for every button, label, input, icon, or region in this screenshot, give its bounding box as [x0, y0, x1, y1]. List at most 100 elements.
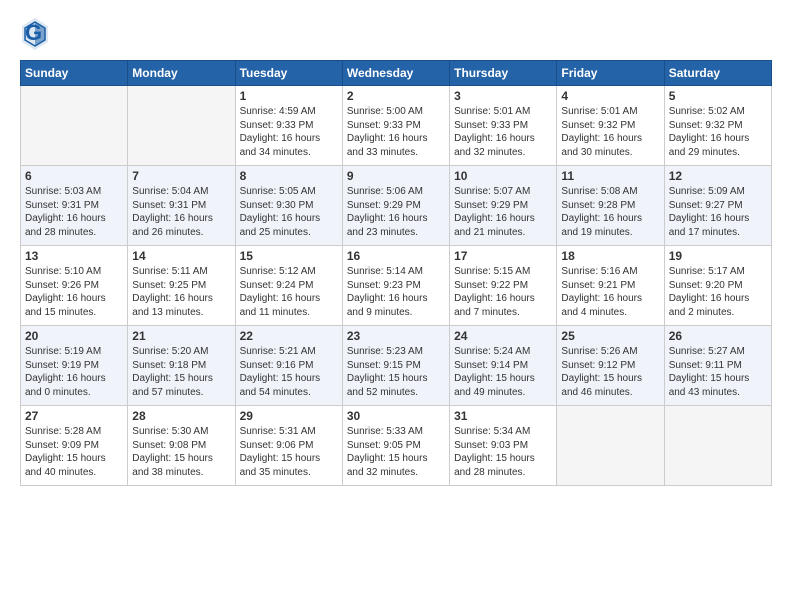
weekday-header-saturday: Saturday [664, 61, 771, 86]
day-cell: 6 Sunrise: 5:03 AM Sunset: 9:31 PM Daylig… [21, 166, 128, 246]
day-number: 11 [561, 169, 659, 183]
day-detail: Sunrise: 5:01 AM Sunset: 9:32 PM Dayligh… [561, 105, 659, 159]
day-detail: Sunrise: 5:06 AM Sunset: 9:29 PM Dayligh… [347, 185, 445, 239]
day-number: 18 [561, 249, 659, 263]
day-cell: 30 Sunrise: 5:33 AM Sunset: 9:05 PM Dayli… [342, 406, 449, 486]
day-cell: 3 Sunrise: 5:01 AM Sunset: 9:33 PM Daylig… [450, 86, 557, 166]
day-number: 5 [669, 89, 767, 103]
weekday-header-wednesday: Wednesday [342, 61, 449, 86]
day-cell: 12 Sunrise: 5:09 AM Sunset: 9:27 PM Dayli… [664, 166, 771, 246]
day-detail: Sunrise: 5:20 AM Sunset: 9:18 PM Dayligh… [132, 345, 230, 399]
day-number: 17 [454, 249, 552, 263]
day-detail: Sunrise: 5:17 AM Sunset: 9:20 PM Dayligh… [669, 265, 767, 319]
day-cell: 1 Sunrise: 4:59 AM Sunset: 9:33 PM Daylig… [235, 86, 342, 166]
day-detail: Sunrise: 5:02 AM Sunset: 9:32 PM Dayligh… [669, 105, 767, 159]
day-number: 16 [347, 249, 445, 263]
day-number: 12 [669, 169, 767, 183]
day-detail: Sunrise: 5:14 AM Sunset: 9:23 PM Dayligh… [347, 265, 445, 319]
day-detail: Sunrise: 5:21 AM Sunset: 9:16 PM Dayligh… [240, 345, 338, 399]
day-cell: 5 Sunrise: 5:02 AM Sunset: 9:32 PM Daylig… [664, 86, 771, 166]
day-detail: Sunrise: 5:10 AM Sunset: 9:26 PM Dayligh… [25, 265, 123, 319]
day-cell: 11 Sunrise: 5:08 AM Sunset: 9:28 PM Dayli… [557, 166, 664, 246]
day-number: 10 [454, 169, 552, 183]
day-number: 7 [132, 169, 230, 183]
day-detail: Sunrise: 5:12 AM Sunset: 9:24 PM Dayligh… [240, 265, 338, 319]
day-number: 14 [132, 249, 230, 263]
day-detail: Sunrise: 5:34 AM Sunset: 9:03 PM Dayligh… [454, 425, 552, 479]
day-cell: 23Sunrise: 5:23 AM Sunset: 9:15 PM Dayli… [342, 326, 449, 406]
day-number: 20 [25, 329, 123, 343]
day-cell: 19 Sunrise: 5:17 AM Sunset: 9:20 PM Dayli… [664, 246, 771, 326]
day-detail: Sunrise: 4:59 AM Sunset: 9:33 PM Dayligh… [240, 105, 338, 159]
day-detail: Sunrise: 5:08 AM Sunset: 9:28 PM Dayligh… [561, 185, 659, 239]
day-number: 27 [25, 409, 123, 423]
day-cell: 4 Sunrise: 5:01 AM Sunset: 9:32 PM Daylig… [557, 86, 664, 166]
day-number: 19 [669, 249, 767, 263]
header: G [20, 16, 772, 52]
day-cell: 15Sunrise: 5:12 AM Sunset: 9:24 PM Dayli… [235, 246, 342, 326]
day-number: 9 [347, 169, 445, 183]
day-number: 25 [561, 329, 659, 343]
day-detail: Sunrise: 5:11 AM Sunset: 9:25 PM Dayligh… [132, 265, 230, 319]
day-cell: 31 Sunrise: 5:34 AM Sunset: 9:03 PM Dayli… [450, 406, 557, 486]
day-cell: 10Sunrise: 5:07 AM Sunset: 9:29 PM Dayli… [450, 166, 557, 246]
day-cell: 22Sunrise: 5:21 AM Sunset: 9:16 PM Dayli… [235, 326, 342, 406]
day-detail: Sunrise: 5:33 AM Sunset: 9:05 PM Dayligh… [347, 425, 445, 479]
day-detail: Sunrise: 5:04 AM Sunset: 9:31 PM Dayligh… [132, 185, 230, 239]
day-detail: Sunrise: 5:00 AM Sunset: 9:33 PM Dayligh… [347, 105, 445, 159]
page: G SundayMondayTuesdayWednesdayThursdayFr… [0, 0, 792, 496]
week-row-3: 13 Sunrise: 5:10 AM Sunset: 9:26 PM Dayli… [21, 246, 772, 326]
day-number: 21 [132, 329, 230, 343]
week-row-2: 6 Sunrise: 5:03 AM Sunset: 9:31 PM Daylig… [21, 166, 772, 246]
day-cell [21, 86, 128, 166]
day-detail: Sunrise: 5:26 AM Sunset: 9:12 PM Dayligh… [561, 345, 659, 399]
day-number: 1 [240, 89, 338, 103]
day-cell: 13 Sunrise: 5:10 AM Sunset: 9:26 PM Dayli… [21, 246, 128, 326]
day-cell: 26 Sunrise: 5:27 AM Sunset: 9:11 PM Dayli… [664, 326, 771, 406]
day-number: 30 [347, 409, 445, 423]
day-detail: Sunrise: 5:03 AM Sunset: 9:31 PM Dayligh… [25, 185, 123, 239]
day-number: 4 [561, 89, 659, 103]
weekday-header-friday: Friday [557, 61, 664, 86]
day-number: 8 [240, 169, 338, 183]
day-cell: 14 Sunrise: 5:11 AM Sunset: 9:25 PM Dayli… [128, 246, 235, 326]
day-cell: 7 Sunrise: 5:04 AM Sunset: 9:31 PM Daylig… [128, 166, 235, 246]
day-detail: Sunrise: 5:24 AM Sunset: 9:14 PM Dayligh… [454, 345, 552, 399]
day-cell [128, 86, 235, 166]
week-row-1: 1 Sunrise: 4:59 AM Sunset: 9:33 PM Daylig… [21, 86, 772, 166]
day-number: 26 [669, 329, 767, 343]
day-number: 31 [454, 409, 552, 423]
day-cell: 27 Sunrise: 5:28 AM Sunset: 9:09 PM Dayli… [21, 406, 128, 486]
weekday-header-monday: Monday [128, 61, 235, 86]
weekday-header-row: SundayMondayTuesdayWednesdayThursdayFrid… [21, 61, 772, 86]
day-cell: 18 Sunrise: 5:16 AM Sunset: 9:21 PM Dayli… [557, 246, 664, 326]
day-cell: 2 Sunrise: 5:00 AM Sunset: 9:33 PM Daylig… [342, 86, 449, 166]
logo: G [20, 16, 50, 52]
calendar-header: SundayMondayTuesdayWednesdayThursdayFrid… [21, 61, 772, 86]
day-number: 3 [454, 89, 552, 103]
day-cell: 9 Sunrise: 5:06 AM Sunset: 9:29 PM Daylig… [342, 166, 449, 246]
svg-text:G: G [25, 20, 42, 45]
day-cell: 21 Sunrise: 5:20 AM Sunset: 9:18 PM Dayli… [128, 326, 235, 406]
day-cell: 17 Sunrise: 5:15 AM Sunset: 9:22 PM Dayli… [450, 246, 557, 326]
day-detail: Sunrise: 5:27 AM Sunset: 9:11 PM Dayligh… [669, 345, 767, 399]
day-number: 23 [347, 329, 445, 343]
day-cell: 8 Sunrise: 5:05 AM Sunset: 9:30 PM Daylig… [235, 166, 342, 246]
day-number: 6 [25, 169, 123, 183]
weekday-header-sunday: Sunday [21, 61, 128, 86]
day-detail: Sunrise: 5:16 AM Sunset: 9:21 PM Dayligh… [561, 265, 659, 319]
day-cell [664, 406, 771, 486]
day-number: 2 [347, 89, 445, 103]
day-detail: Sunrise: 5:19 AM Sunset: 9:19 PM Dayligh… [25, 345, 123, 399]
day-detail: Sunrise: 5:05 AM Sunset: 9:30 PM Dayligh… [240, 185, 338, 239]
day-cell: 20 Sunrise: 5:19 AM Sunset: 9:19 PM Dayli… [21, 326, 128, 406]
day-detail: Sunrise: 5:28 AM Sunset: 9:09 PM Dayligh… [25, 425, 123, 479]
day-number: 29 [240, 409, 338, 423]
day-detail: Sunrise: 5:01 AM Sunset: 9:33 PM Dayligh… [454, 105, 552, 159]
weekday-header-thursday: Thursday [450, 61, 557, 86]
day-detail: Sunrise: 5:15 AM Sunset: 9:22 PM Dayligh… [454, 265, 552, 319]
day-detail: Sunrise: 5:09 AM Sunset: 9:27 PM Dayligh… [669, 185, 767, 239]
day-number: 13 [25, 249, 123, 263]
week-row-4: 20 Sunrise: 5:19 AM Sunset: 9:19 PM Dayli… [21, 326, 772, 406]
day-cell: 28Sunrise: 5:30 AM Sunset: 9:08 PM Dayli… [128, 406, 235, 486]
